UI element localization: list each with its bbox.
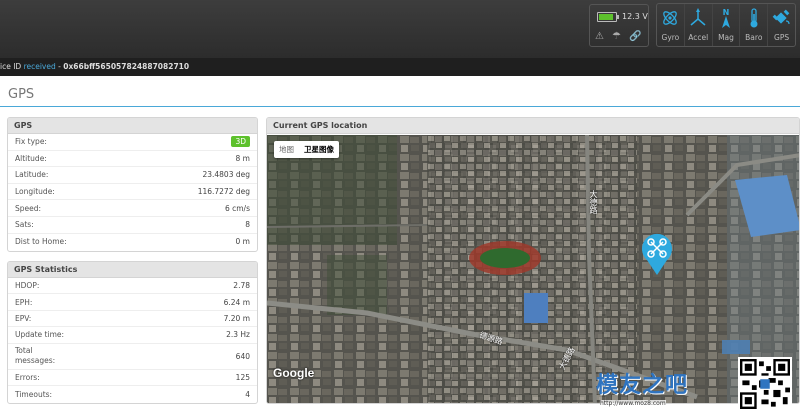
gps-row: Latitude: 23.4803 deg: [8, 167, 257, 184]
link-icon: 🔗: [628, 31, 642, 42]
gps-statistics-title: GPS Statistics: [8, 262, 257, 278]
sensor-accel: Accel: [685, 4, 713, 46]
road-label: 大德路: [589, 190, 598, 214]
row-label: Dist to Home:: [15, 237, 67, 247]
gps-row: Dist to Home: 0 m: [8, 234, 257, 251]
row-label: Update time:: [15, 330, 65, 340]
row-value: 2.78: [233, 281, 250, 291]
page-title: GPS: [8, 87, 35, 102]
gyro-icon: [663, 11, 678, 25]
google-logo: Google: [273, 366, 315, 380]
row-value: 125: [235, 372, 250, 382]
sensor-baro: Baro: [740, 4, 769, 46]
sensor-label: Baro: [745, 33, 763, 42]
top-toolbar: 12.3 V ⚠ ☂ 🔗 Gyro Accel N Mag Baro GPS: [0, 0, 800, 58]
row-label: EPH:: [15, 297, 33, 307]
row-label: Timeouts:: [15, 389, 53, 399]
row-value: 0 m: [235, 237, 250, 247]
gps-row: Longitude: 116.7272 deg: [8, 184, 257, 201]
title-divider: [0, 106, 800, 107]
vehicle-location-marker[interactable]: [640, 232, 674, 276]
fix-type-badge: 3D: [231, 136, 250, 148]
map-type-toggle: 地图 卫星图像: [274, 141, 339, 158]
map-panel: Current GPS location 地图 卫星图像 大德路 德源路 大德路…: [266, 117, 800, 404]
row-label: Errors:: [15, 372, 40, 382]
row-value: 116.7272 deg: [197, 187, 250, 197]
row-label: Total messages:: [15, 346, 56, 366]
device-id-prefix: ice ID: [0, 62, 24, 71]
sensor-label: Mag: [718, 33, 734, 42]
watermark-text: 模友之吧: [596, 373, 689, 398]
device-id-bar: ice ID received - 0x66bff565057824887082…: [0, 58, 800, 76]
gps-row: Speed: 6 cm/s: [8, 200, 257, 217]
stats-row-total-messages: Total messages: 640: [8, 344, 257, 370]
stats-row: HDOP: 2.78: [8, 278, 257, 295]
gps-statistics-panel: GPS Statistics HDOP: 2.78 EPH: 6.24 m EPV:…: [7, 261, 258, 404]
row-label: HDOP:: [15, 281, 40, 291]
map-type-satellite[interactable]: 卫星图像: [299, 141, 339, 158]
row-value: 6.24 m: [223, 297, 250, 307]
battery-level-fill: [599, 14, 613, 20]
sensor-gyro: Gyro: [657, 4, 685, 46]
svg-text:N: N: [723, 8, 730, 17]
row-value: 8: [245, 220, 250, 230]
gps-row: Altitude: 8 m: [8, 151, 257, 168]
watermark: 模友之吧 http://www.moz8.com: [596, 357, 796, 413]
watermark-url: http://www.moz8.com: [600, 400, 666, 407]
row-value: 640: [235, 351, 250, 361]
gps-icon: [772, 9, 790, 25]
power-status-box: 12.3 V ⚠ ☂ 🔗: [589, 4, 649, 47]
stats-row: Errors: 125: [8, 370, 257, 386]
armed-parachute-icon: ☂: [611, 31, 621, 42]
fix-type-label: Fix type:: [15, 137, 47, 147]
row-label: Sats:: [15, 220, 34, 230]
sensor-label: Accel: [688, 33, 709, 42]
row-label: Latitude:: [15, 170, 49, 180]
sensor-status-bar: Gyro Accel N Mag Baro GPS: [656, 3, 796, 47]
row-label: Longitude:: [15, 187, 55, 197]
stats-row: EPH: 6.24 m: [8, 294, 257, 311]
row-label: EPV:: [15, 313, 32, 323]
battery-icon: [597, 12, 619, 22]
row-label: Speed:: [15, 203, 42, 213]
sensor-label: GPS: [774, 33, 790, 42]
warning-icon: ⚠: [595, 31, 604, 42]
map-type-roadmap[interactable]: 地图: [274, 141, 299, 158]
map-panel-title: Current GPS location: [267, 118, 799, 134]
battery-voltage: 12.3 V: [622, 12, 648, 21]
row-value: 23.4803 deg: [202, 170, 250, 180]
mag-icon: N: [721, 8, 730, 28]
gps-panel-title: GPS: [8, 118, 257, 134]
accel-icon: [690, 8, 706, 26]
row-value: 7.20 m: [223, 313, 250, 323]
row-label: Altitude:: [15, 153, 47, 163]
device-received-status: received: [23, 62, 56, 71]
sensor-gps: GPS: [768, 4, 795, 46]
stats-row: Timeouts: 4: [8, 386, 257, 402]
row-value: 8 m: [235, 153, 250, 163]
sensor-label: Gyro: [661, 33, 680, 42]
gps-row-fix: Fix type: 3D: [8, 134, 257, 151]
sensor-mag: N Mag: [713, 4, 741, 46]
stats-row: Update time: 2.3 Hz: [8, 327, 257, 344]
qr-code-icon: [738, 357, 792, 411]
device-id-value: 0x66bff565057824887082710: [63, 62, 190, 71]
baro-icon: [750, 8, 758, 28]
row-value: 6 cm/s: [224, 203, 250, 213]
gps-panel: GPS Fix type: 3D Altitude: 8 m Latitude: 2…: [7, 117, 258, 252]
row-value: 2.3 Hz: [226, 330, 250, 340]
row-value: 4: [245, 389, 250, 399]
stats-row: EPV: 7.20 m: [8, 311, 257, 328]
gps-row: Sats: 8: [8, 217, 257, 234]
